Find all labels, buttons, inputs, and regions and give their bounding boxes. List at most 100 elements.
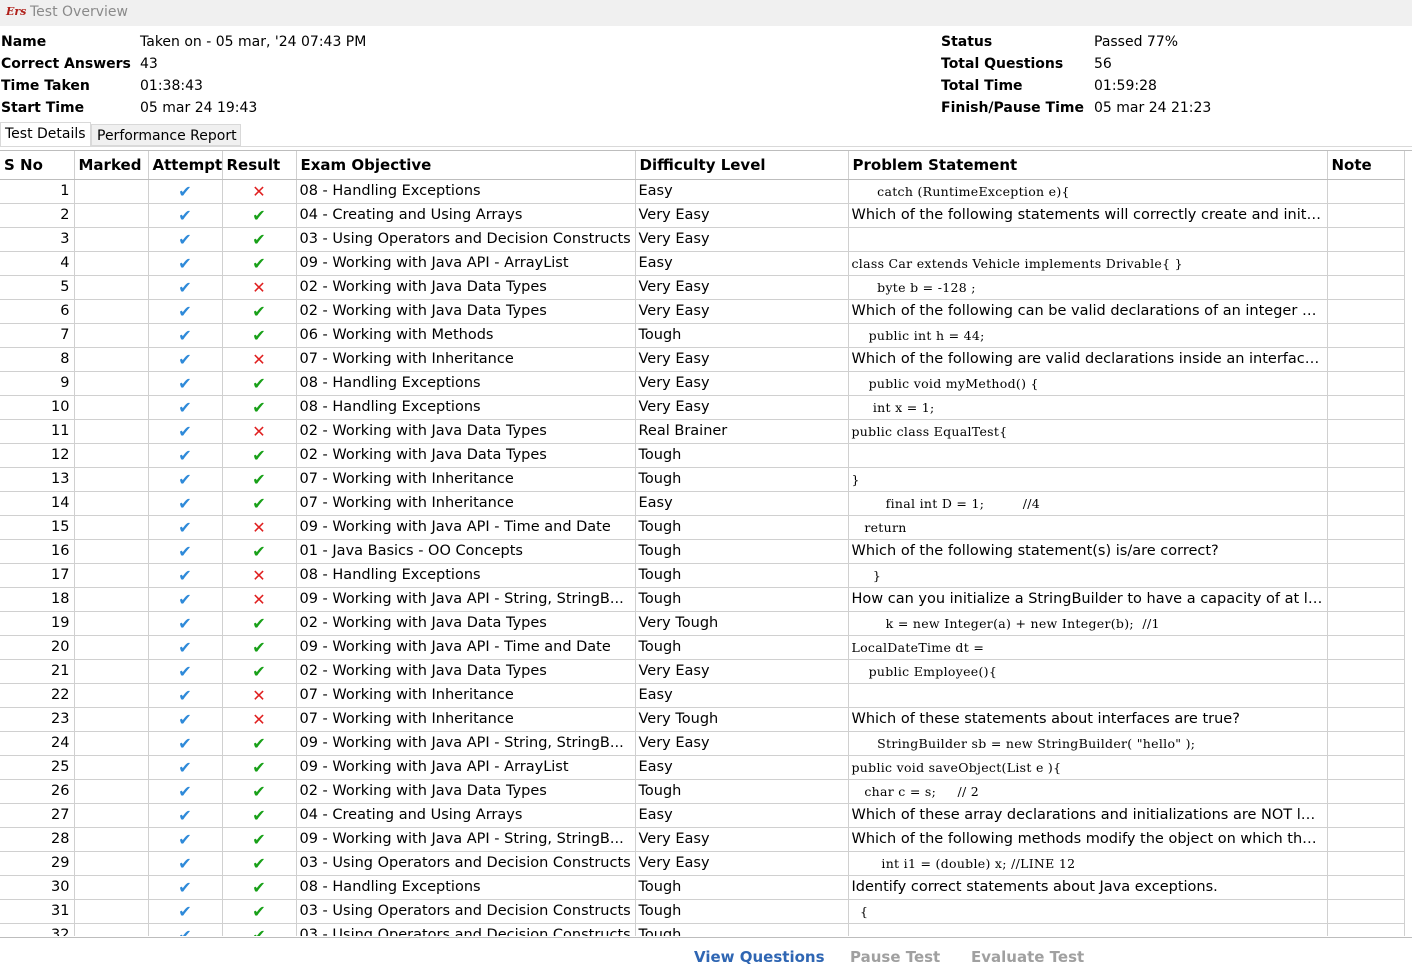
cell-marked[interactable]: [74, 731, 149, 756]
cell-note[interactable]: [1327, 779, 1405, 804]
table-row[interactable]: 29 ✔ ✔ 03 - Using Operators and Decision Co…: [0, 851, 1405, 876]
column-header-exam-objective[interactable]: Exam Objective: [296, 151, 636, 180]
table-row[interactable]: 4 ✔ ✔ 09 - Working with Java API - ArrayLis…: [0, 251, 1405, 276]
table-row[interactable]: 3 ✔ ✔ 03 - Using Operators and Decision Con…: [0, 227, 1405, 252]
column-header-sno[interactable]: S No: [0, 151, 75, 180]
table-row[interactable]: 31 ✔ ✔ 03 - Using Operators and Decision Co…: [0, 899, 1405, 924]
table-row[interactable]: 16 ✔ ✔ 01 - Java Basics - OO Concepts Tough W…: [0, 539, 1405, 564]
cell-marked[interactable]: [74, 323, 149, 348]
cell-marked[interactable]: [74, 923, 149, 936]
cell-note[interactable]: [1327, 635, 1405, 660]
cell-note[interactable]: [1327, 755, 1405, 780]
table-row[interactable]: 1 ✔ ✕ 08 - Handling Exceptions Easy catch (R…: [0, 179, 1405, 204]
view-questions-button[interactable]: View Questions: [694, 948, 825, 966]
cell-note[interactable]: [1327, 251, 1405, 276]
cell-marked[interactable]: [74, 587, 149, 612]
cell-marked[interactable]: [74, 227, 149, 252]
cell-marked[interactable]: [74, 203, 149, 228]
table-row[interactable]: 22 ✔ ✕ 07 - Working with Inheritance Easy: [0, 683, 1405, 708]
cell-marked[interactable]: [74, 779, 149, 804]
cell-marked[interactable]: [74, 755, 149, 780]
cell-note[interactable]: [1327, 179, 1405, 204]
cell-marked[interactable]: [74, 875, 149, 900]
cell-marked[interactable]: [74, 827, 149, 852]
cell-marked[interactable]: [74, 347, 149, 372]
cell-note[interactable]: [1327, 299, 1405, 324]
table-row[interactable]: 24 ✔ ✔ 09 - Working with Java API - String,…: [0, 731, 1405, 756]
table-row[interactable]: 11 ✔ ✕ 02 - Working with Java Data Types Rea…: [0, 419, 1405, 444]
table-row[interactable]: 9 ✔ ✔ 08 - Handling Exceptions Very Easy pub…: [0, 371, 1405, 396]
cell-note[interactable]: [1327, 227, 1405, 252]
cell-note[interactable]: [1327, 587, 1405, 612]
cell-note[interactable]: [1327, 563, 1405, 588]
cell-marked[interactable]: [74, 683, 149, 708]
table-row[interactable]: 23 ✔ ✕ 07 - Working with Inheritance Very To…: [0, 707, 1405, 732]
cell-marked[interactable]: [74, 899, 149, 924]
cell-note[interactable]: [1327, 659, 1405, 684]
table-row[interactable]: 20 ✔ ✔ 09 - Working with Java API - Time an…: [0, 635, 1405, 660]
table-row[interactable]: 2 ✔ ✔ 04 - Creating and Using Arrays Very Ea…: [0, 203, 1405, 228]
cell-note[interactable]: [1327, 827, 1405, 852]
cell-marked[interactable]: [74, 707, 149, 732]
table-row[interactable]: 28 ✔ ✔ 09 - Working with Java API - String,…: [0, 827, 1405, 852]
table-row[interactable]: 26 ✔ ✔ 02 - Working with Java Data Types Tou…: [0, 779, 1405, 804]
cell-marked[interactable]: [74, 467, 149, 492]
table-row[interactable]: 8 ✔ ✕ 07 - Working with Inheritance Very Eas…: [0, 347, 1405, 372]
table-row[interactable]: 10 ✔ ✔ 08 - Handling Exceptions Very Easy in…: [0, 395, 1405, 420]
cell-note[interactable]: [1327, 275, 1405, 300]
cell-marked[interactable]: [74, 659, 149, 684]
table-row[interactable]: 17 ✔ ✕ 08 - Handling Exceptions Tough }: [0, 563, 1405, 588]
cell-note[interactable]: [1327, 803, 1405, 828]
pause-test-button[interactable]: Pause Test: [850, 948, 940, 966]
column-header-note[interactable]: Note: [1327, 151, 1405, 180]
cell-note[interactable]: [1327, 323, 1405, 348]
table-row[interactable]: 6 ✔ ✔ 02 - Working with Java Data Types Very…: [0, 299, 1405, 324]
cell-note[interactable]: [1327, 203, 1405, 228]
cell-marked[interactable]: [74, 179, 149, 204]
table-row[interactable]: 27 ✔ ✔ 04 - Creating and Using Arrays Easy Wh…: [0, 803, 1405, 828]
cell-note[interactable]: [1327, 899, 1405, 924]
table-row[interactable]: 12 ✔ ✔ 02 - Working with Java Data Types Tou…: [0, 443, 1405, 468]
table-row[interactable]: 14 ✔ ✔ 07 - Working with Inheritance Easy fi…: [0, 491, 1405, 516]
column-header-marked[interactable]: Marked: [74, 151, 149, 180]
cell-note[interactable]: [1327, 683, 1405, 708]
questions-table[interactable]: S No Marked Attempt Result Exam Objectiv…: [0, 150, 1412, 936]
table-row[interactable]: 19 ✔ ✔ 02 - Working with Java Data Types Ver…: [0, 611, 1405, 636]
table-row[interactable]: 30 ✔ ✔ 08 - Handling Exceptions Tough Identif…: [0, 875, 1405, 900]
table-row[interactable]: 18 ✔ ✕ 09 - Working with Java API - String,…: [0, 587, 1405, 612]
cell-note[interactable]: [1327, 875, 1405, 900]
table-row[interactable]: 13 ✔ ✔ 07 - Working with Inheritance Tough}: [0, 467, 1405, 492]
tab-performance-report[interactable]: Performance Report: [91, 124, 241, 146]
cell-note[interactable]: [1327, 515, 1405, 540]
cell-note[interactable]: [1327, 611, 1405, 636]
cell-note[interactable]: [1327, 923, 1405, 936]
column-header-attempt[interactable]: Attempt: [148, 151, 223, 180]
table-row[interactable]: 21 ✔ ✔ 02 - Working with Java Data Types Ver…: [0, 659, 1405, 684]
cell-note[interactable]: [1327, 443, 1405, 468]
cell-marked[interactable]: [74, 275, 149, 300]
table-row[interactable]: 7 ✔ ✔ 06 - Working with Methods Tough public…: [0, 323, 1405, 348]
cell-marked[interactable]: [74, 371, 149, 396]
cell-note[interactable]: [1327, 395, 1405, 420]
cell-note[interactable]: [1327, 371, 1405, 396]
cell-marked[interactable]: [74, 491, 149, 516]
cell-marked[interactable]: [74, 611, 149, 636]
cell-note[interactable]: [1327, 347, 1405, 372]
cell-marked[interactable]: [74, 515, 149, 540]
tab-test-details[interactable]: Test Details: [0, 122, 91, 146]
table-row[interactable]: 32 ✔ ✔ 03 - Using Operators and Decision Co…: [0, 923, 1405, 936]
cell-note[interactable]: [1327, 539, 1405, 564]
evaluate-test-button[interactable]: Evaluate Test: [971, 948, 1084, 966]
cell-marked[interactable]: [74, 563, 149, 588]
cell-marked[interactable]: [74, 443, 149, 468]
cell-marked[interactable]: [74, 851, 149, 876]
cell-marked[interactable]: [74, 803, 149, 828]
column-header-result[interactable]: Result: [222, 151, 297, 180]
cell-marked[interactable]: [74, 395, 149, 420]
cell-marked[interactable]: [74, 251, 149, 276]
cell-note[interactable]: [1327, 467, 1405, 492]
cell-marked[interactable]: [74, 299, 149, 324]
cell-note[interactable]: [1327, 491, 1405, 516]
cell-note[interactable]: [1327, 707, 1405, 732]
cell-marked[interactable]: [74, 419, 149, 444]
